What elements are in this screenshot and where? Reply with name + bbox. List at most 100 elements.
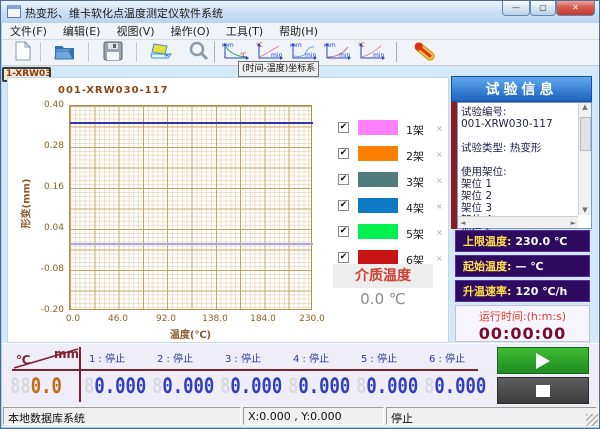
legend-mark-icon[interactable]: × [436,176,443,185]
unit-mm-label: mm [54,347,79,361]
x-tick: 184.0 [243,314,283,324]
status-database: 本地数据库系统 [3,407,241,425]
status-coordinates: X:0.000 , Y:0.000 [243,407,384,425]
legend-mark-icon[interactable]: × [436,150,443,159]
menu-edit[interactable]: 编辑(E) [55,21,109,41]
scroll-down-icon[interactable]: ▼ [579,206,591,214]
status-bar: 本地数据库系统 X:0.000 , Y:0.000 停止 [2,405,599,427]
legend-mark-icon[interactable]: × [436,228,443,237]
save-button[interactable] [100,41,126,64]
legend-label-5: 5架 [406,226,424,242]
legend-checkbox-4[interactable]: ✔ [338,200,349,211]
svg-text:℃: ℃ [240,52,247,59]
runtime-label: 运行时间:(h:m:s) [456,308,589,324]
legend-checkbox-1[interactable]: ✔ [338,122,349,133]
stop-icon [536,385,550,397]
minimize-button[interactable]: — [502,1,530,16]
new-document-button[interactable] [10,41,36,64]
menu-tools[interactable]: 工具(T) [218,21,271,41]
title-bar: 热变形、维卡软化点温度测定仪软件系统 — ▢ ✕ [1,1,600,23]
channel-2-display: 80.000 [152,374,214,398]
medium-temp-value: 0.0 ℃ [333,290,433,308]
vertical-divider [79,347,81,402]
upper-temp-label: 上限温度: [463,233,511,249]
vertical-scrollbar[interactable]: ▲ ▼ [578,103,591,215]
horizontal-divider [12,369,478,371]
x-tick: 92.0 [146,314,186,324]
channel-4-header: 4 : 停止 [293,350,329,365]
play-icon [536,353,550,369]
scroll-left-icon[interactable]: ◄ [460,219,465,227]
info-line: 使用架位: [461,166,571,178]
main-content: 1-XRW03 (时间-温度)坐标系 001-XRW030-117 0.40 0… [2,66,599,343]
channel-4-display: 80.000 [288,374,350,398]
legend-swatch-1 [358,120,398,135]
heating-rate-row: 升温速率: 120 ℃/h [455,280,590,302]
menu-view[interactable]: 视图(V) [108,21,162,41]
svg-text:min: min [339,52,351,59]
open-file-button[interactable] [52,41,78,64]
channel-6-display: 80.000 [424,374,486,398]
x-tick: 0.0 [53,314,93,324]
menu-operate[interactable]: 操作(O) [163,21,218,41]
legend-mark-icon[interactable]: × [436,254,443,263]
chart-panel: 001-XRW030-117 0.40 0.28 0.16 0.04 -0.08… [7,77,449,343]
report-button[interactable] [148,41,174,64]
upper-temp-row: 上限温度: 230.0 ℃ [455,230,590,252]
info-line: 架位 3 [461,202,571,214]
new-document-icon [14,41,32,64]
menu-help[interactable]: 帮助(H) [271,21,326,41]
scroll-right-icon[interactable]: ► [571,219,576,227]
legend-mark-icon[interactable]: × [436,202,443,211]
info-line: 架位 2 [461,190,571,202]
close-button[interactable]: ✕ [556,1,595,16]
zoom-button[interactable] [186,41,212,64]
start-temp-label: 起始温度: [463,258,511,274]
chart-temp-time2-icon: ℃min [357,41,387,65]
test-info-box: 试验编号: 001-XRW030-117 试验类型: 热变形 使用架位: 架位 … [457,102,592,229]
legend-checkbox-2[interactable]: ✔ [338,148,349,159]
legend-swatch-2 [358,146,398,161]
stop-button[interactable] [497,377,589,404]
legend-mark-icon[interactable]: × [436,124,443,133]
test-info-header: 试验信息 [451,76,592,102]
svg-text:min: min [305,52,317,59]
app-icon [7,5,21,18]
chart-deform-time2-button[interactable]: mmmin [322,41,354,64]
scrollbar-thumb[interactable] [580,117,591,151]
legend-label-1: 1架 [406,122,424,138]
chart-title: 001-XRW030-117 [58,85,169,96]
thermometer-button[interactable] [406,41,442,64]
plot-area[interactable] [69,105,312,310]
legend-swatch-4 [358,198,398,213]
trace-line-upper [70,122,313,124]
thermometer-icon [409,40,439,65]
scroll-up-icon[interactable]: ▲ [579,103,591,111]
legend-label-2: 2架 [406,148,424,164]
heating-rate-value: 120 ℃/h [515,285,567,298]
legend-label-3: 3架 [406,174,424,190]
start-temp-value: — ℃ [515,260,543,273]
resize-grip[interactable] [586,414,598,426]
menu-file[interactable]: 文件(F) [2,21,55,41]
y-tick: 0.28 [26,141,64,151]
chart-temp-time2-button[interactable]: ℃min [356,41,388,64]
legend-checkbox-5[interactable]: ✔ [338,226,349,237]
start-button[interactable] [497,347,589,374]
info-line: 架位 1 [461,178,571,190]
status-run-state: 停止 [386,407,597,425]
info-line [461,130,571,142]
x-tick: 46.0 [98,314,138,324]
upper-temp-value: 230.0 ℃ [515,235,567,248]
notebook-icon [149,41,173,64]
svg-text:min: min [373,52,385,59]
channel-6-header: 6 : 停止 [429,350,465,365]
y-tick: 0.40 [26,100,64,110]
info-line [461,154,571,166]
horizontal-scrollbar[interactable]: ◄ ► [458,216,578,228]
legend-checkbox-6[interactable]: ✔ [338,252,349,263]
legend-checkbox-3[interactable]: ✔ [338,174,349,185]
start-temp-row: 起始温度: — ℃ [455,255,590,277]
maximize-button[interactable]: ▢ [530,1,556,16]
heating-rate-label: 升温速率: [463,283,511,299]
